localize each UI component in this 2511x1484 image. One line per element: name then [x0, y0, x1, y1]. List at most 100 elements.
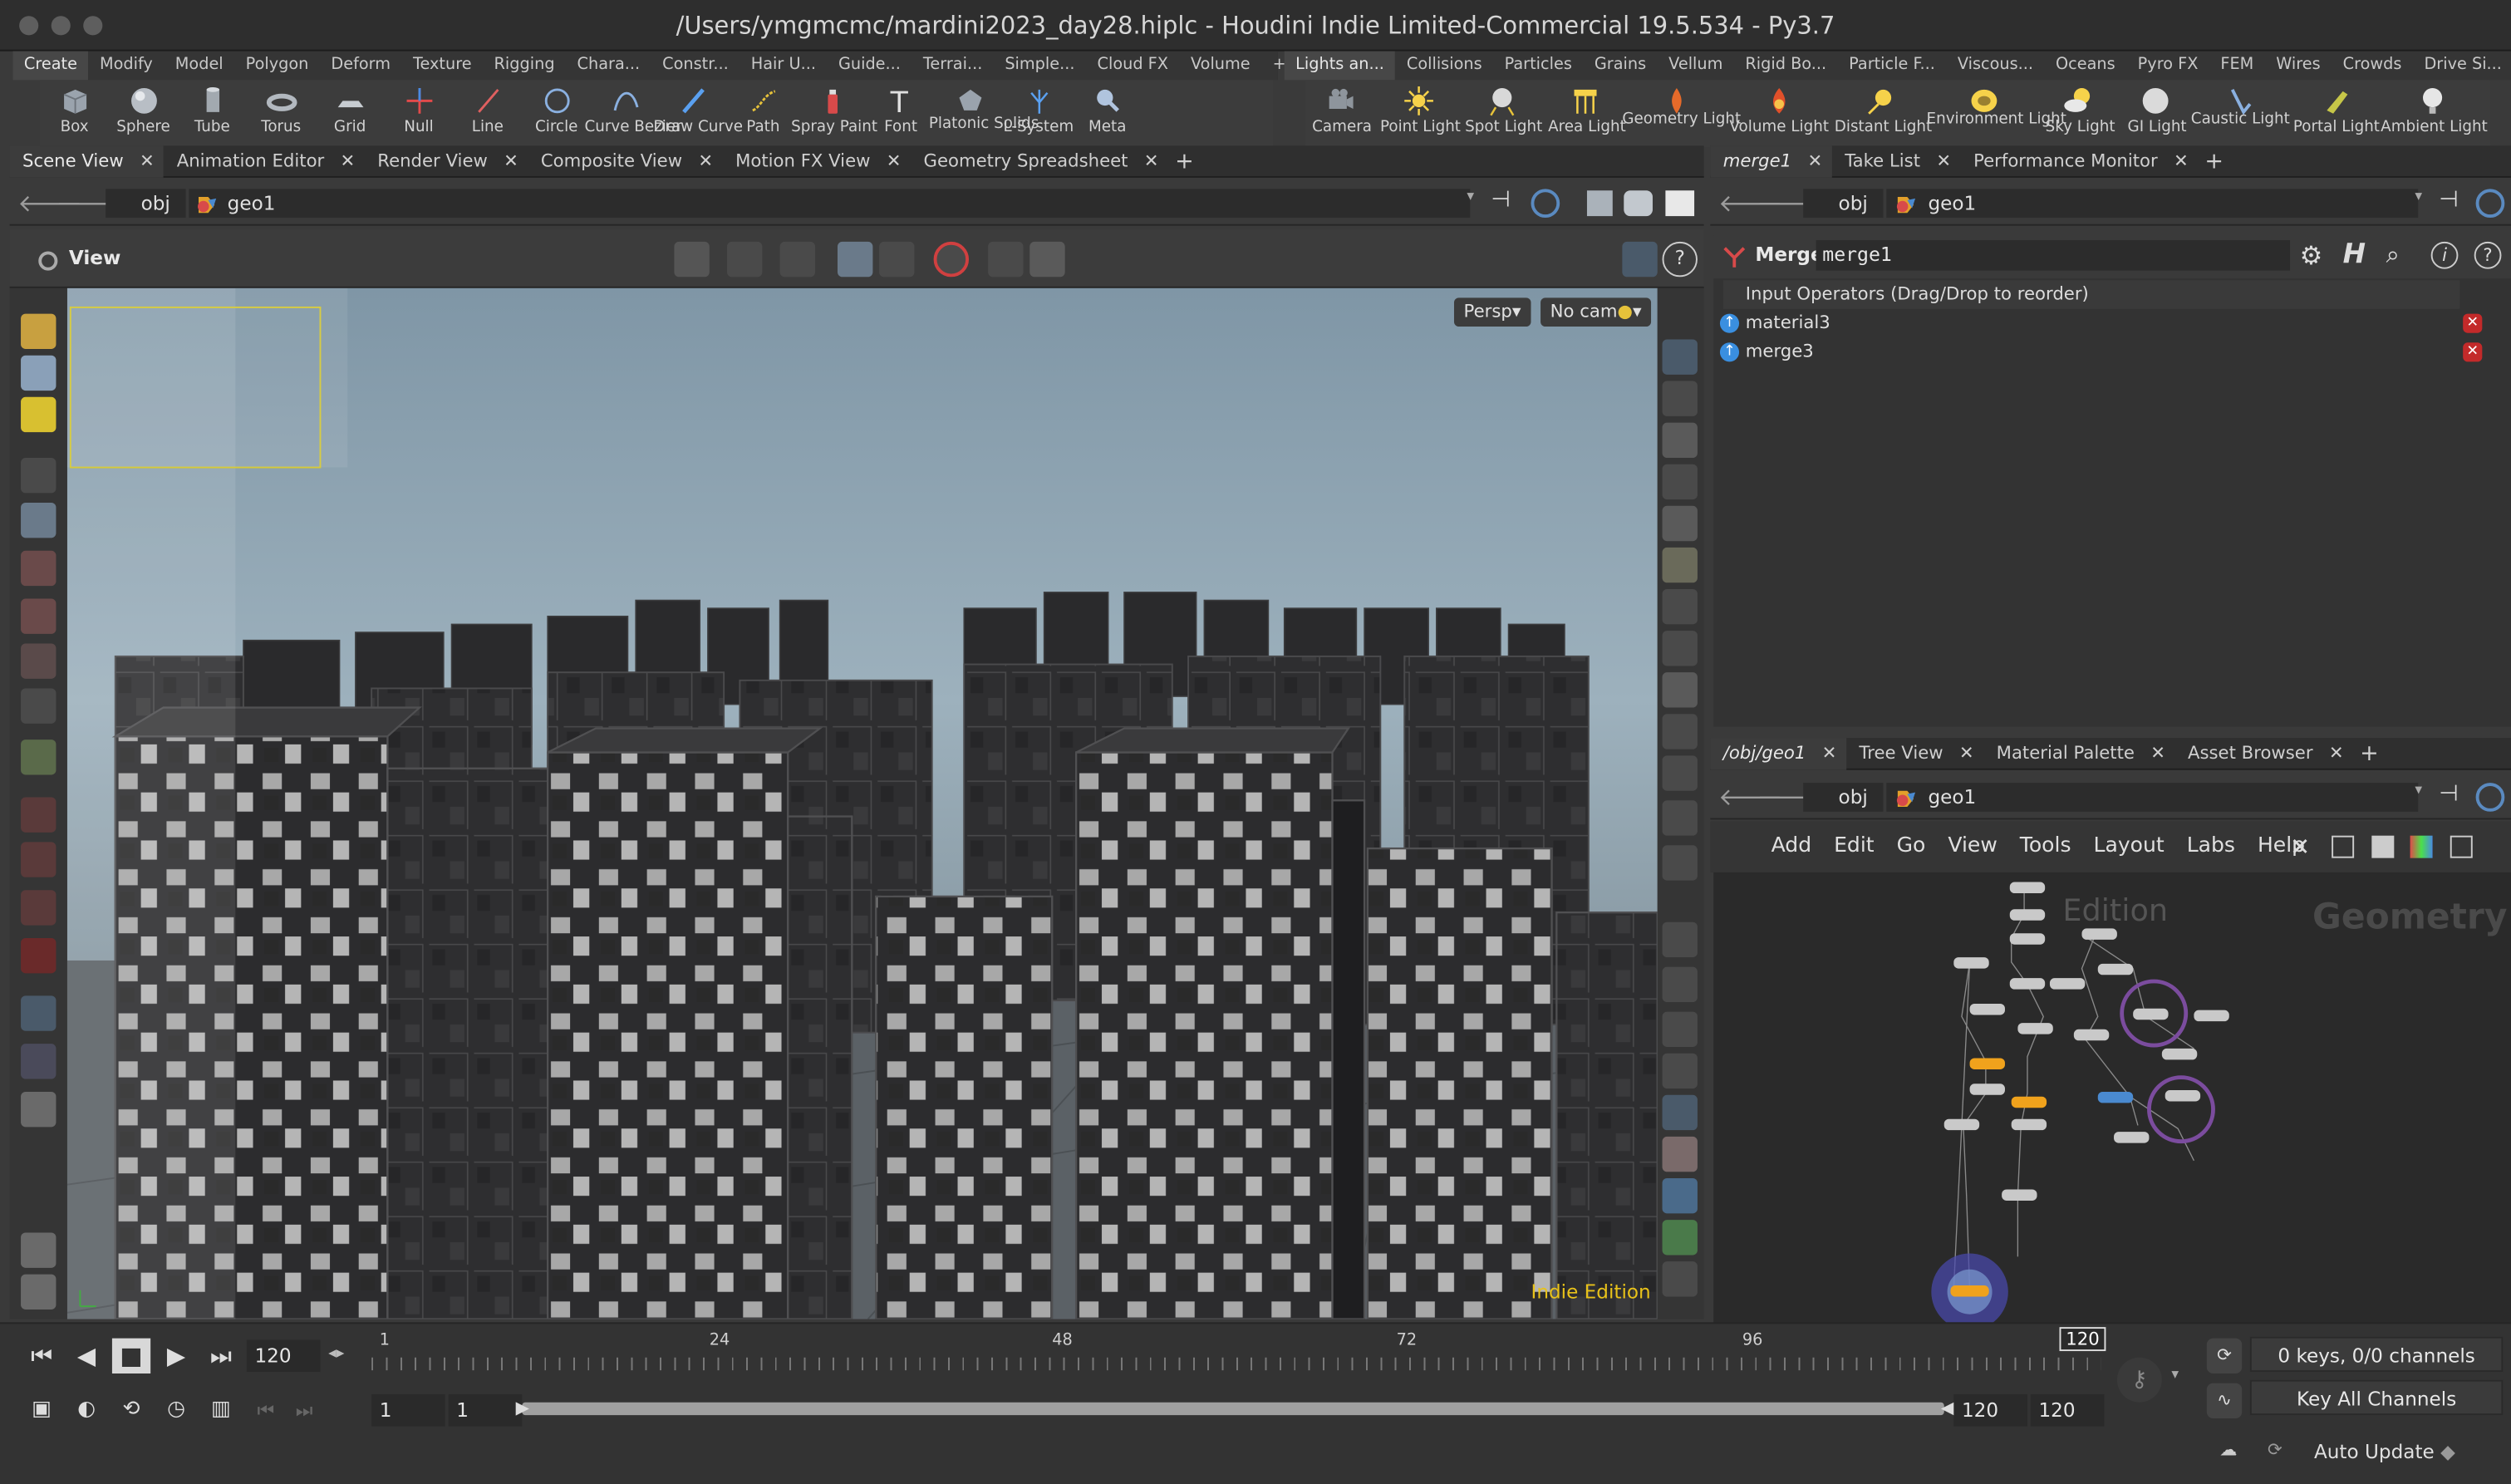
auto-update-menu[interactable]: Auto Update ◆ [2314, 1441, 2455, 1463]
axis-display-icon[interactable] [1662, 1261, 1698, 1297]
loop-icon[interactable]: ⟲ [112, 1393, 150, 1427]
menu-labs[interactable]: Labs [2187, 834, 2235, 858]
snapping-icon[interactable] [837, 241, 873, 278]
magnet2-tool-icon[interactable] [21, 890, 57, 926]
tab-render-view[interactable]: Render View ✕ [365, 145, 528, 178]
shelf-tab-collisions[interactable]: Collisions [1395, 52, 1493, 81]
point-display-icon[interactable] [1662, 755, 1698, 791]
scene-viewport[interactable]: Persp▾ No cam●▾ Indie Edition [66, 287, 1658, 1319]
background-options-icon[interactable] [1665, 190, 1695, 217]
remove-input-icon[interactable]: ✕ [2463, 342, 2483, 362]
shelf-tool-sky-light[interactable]: Sky Light [2038, 80, 2121, 147]
menu-layout[interactable]: Layout [2094, 834, 2165, 858]
prim-display-icon[interactable] [1662, 1177, 1698, 1214]
key-all-channels-button[interactable]: Key All Channels [2249, 1379, 2504, 1416]
input-row-merge3[interactable]: ↑ merge3 ✕ [1717, 338, 2485, 367]
shelf-tab-vellum[interactable]: Vellum [1658, 52, 1734, 81]
shelf-tab-viscous[interactable]: Viscous... [1946, 52, 2044, 81]
ghost-toggle-icon[interactable] [1662, 464, 1698, 500]
menu-view[interactable]: View [1948, 834, 1997, 858]
shelf-tab-hair-utils[interactable]: Hair U... [740, 52, 827, 81]
persp-menu[interactable]: Persp▾ [1453, 297, 1531, 327]
help-icon[interactable]: ? [2474, 241, 2502, 269]
brush-display-icon[interactable] [1662, 845, 1698, 881]
shadow-icon[interactable] [1662, 631, 1698, 666]
shelf-tab-guide[interactable]: Guide... [827, 52, 912, 81]
node-name-field[interactable]: merge1 [1816, 239, 2291, 271]
network-node[interactable] [2011, 1118, 2047, 1131]
rotate-tool-icon[interactable] [21, 598, 57, 634]
pin-icon[interactable]: ⊣ [2439, 781, 2459, 807]
back-arrow-icon[interactable]: 🡐 [1718, 784, 1783, 810]
select-arrow-icon[interactable] [21, 458, 57, 494]
checker-icon[interactable] [1662, 1136, 1698, 1172]
range-end-field[interactable]: 120 [1953, 1394, 2027, 1427]
camera-menu[interactable]: No cam●▾ [1541, 297, 1652, 327]
range-start-field[interactable]: 1 [371, 1394, 445, 1427]
refresh-icon[interactable]: ⟳ [2268, 1439, 2302, 1468]
curve-display-icon[interactable] [1662, 1053, 1698, 1089]
realtime-toggle-icon[interactable]: ▣ [22, 1393, 61, 1427]
range-handle-left-icon[interactable]: ▶ [516, 1398, 529, 1418]
normals-icon[interactable] [1662, 714, 1698, 749]
shelf-tool-area-light[interactable]: Area Light [1545, 80, 1629, 147]
lock-camera-icon[interactable] [1662, 422, 1698, 459]
path-crumb-geo1[interactable]: geo1 [1886, 189, 2419, 219]
step-arrows-icon[interactable]: ◂▸ [328, 1344, 344, 1362]
close-tab-icon[interactable]: ✕ [1822, 738, 1837, 770]
network-editor[interactable]: Edition Geometry [1713, 872, 2511, 1324]
shelf-tool-spray-paint[interactable]: Spray Paint [791, 80, 877, 147]
shelf-tab-model[interactable]: Model [164, 52, 234, 81]
forward-arrow-icon[interactable]: 🡒 [1757, 784, 1821, 810]
tab-merge1[interactable]: merge1 ✕ [1710, 145, 1832, 178]
info-icon[interactable]: i [2430, 241, 2459, 269]
network-node[interactable] [2161, 1048, 2198, 1060]
network-node[interactable] [2017, 1023, 2053, 1034]
frame-ruler[interactable]: 1 24 48 72 96 120 [371, 1327, 2106, 1371]
quick-select-icon[interactable] [1662, 1094, 1698, 1131]
shelf-tool-geometry-light[interactable]: Geometry Light [1622, 80, 1741, 147]
jump-start-button[interactable]: ⏮ [22, 1339, 61, 1373]
audio-icon[interactable]: ◐ [67, 1393, 106, 1427]
stop-button[interactable]: ■ [111, 1338, 151, 1374]
headlight-icon[interactable] [1662, 588, 1698, 625]
numbers-display-icon[interactable] [1662, 921, 1698, 958]
close-tab-icon[interactable]: ✕ [504, 145, 518, 178]
reorder-arrow-icon[interactable]: ↑ [1719, 313, 1740, 333]
tab-network-path[interactable]: /obj/geo1 ✕ [1710, 738, 1846, 770]
shelf-tool-line[interactable]: Line [453, 80, 522, 147]
render-region-icon[interactable] [21, 1091, 57, 1128]
gear-icon[interactable]: ⚙ [2300, 240, 2332, 273]
path-dropdown-icon[interactable]: ▾ [1467, 189, 1474, 204]
network-node[interactable] [2097, 963, 2134, 975]
close-tab-icon[interactable]: ✕ [140, 145, 155, 178]
shelf-tab-deform[interactable]: Deform [320, 52, 402, 81]
shelf-tab-texture[interactable]: Texture [402, 52, 484, 81]
tree-layout-icon[interactable] [2332, 835, 2355, 858]
shelf-tool-distant-light[interactable]: Distant Light [1834, 80, 1933, 147]
shelf-tab-lights[interactable]: Lights an... [1284, 51, 1396, 81]
network-node-blue[interactable] [2097, 1091, 2134, 1103]
network-node[interactable] [2009, 909, 2046, 921]
step-back-button[interactable]: ◀ [67, 1339, 106, 1373]
menu-edit[interactable]: Edit [1834, 834, 1875, 858]
help-icon[interactable]: ? [1662, 241, 1698, 278]
magnet-tool-icon[interactable] [21, 797, 57, 833]
shelf-tool-point-light[interactable]: Point Light [1378, 80, 1462, 147]
key-icon[interactable]: ⚷ [2116, 1357, 2162, 1403]
play-button[interactable]: ▶ [157, 1339, 195, 1373]
link-icon[interactable] [2475, 783, 2505, 812]
shelf-tool-portal-light[interactable]: Portal Light [2288, 80, 2385, 147]
network-node[interactable] [2009, 978, 2046, 990]
transform-handle-icon[interactable] [21, 688, 57, 724]
shelf-tool-font[interactable]: T Font [867, 80, 936, 147]
numbers2-display-icon[interactable] [1662, 1011, 1698, 1047]
notes-icon[interactable] [21, 1232, 57, 1268]
range-end-field-2[interactable]: 120 [2030, 1394, 2105, 1427]
shelf-tab-particle-fluids[interactable]: Particle F... [1838, 52, 1947, 81]
shelf-tool-meta[interactable]: Meta [1073, 80, 1142, 147]
move-tool-icon[interactable] [21, 550, 57, 587]
add-pane-tab-icon[interactable]: + [1168, 145, 1201, 176]
network-node[interactable] [1943, 1118, 1980, 1131]
shelf-tab-crowds[interactable]: Crowds [2332, 52, 2413, 81]
